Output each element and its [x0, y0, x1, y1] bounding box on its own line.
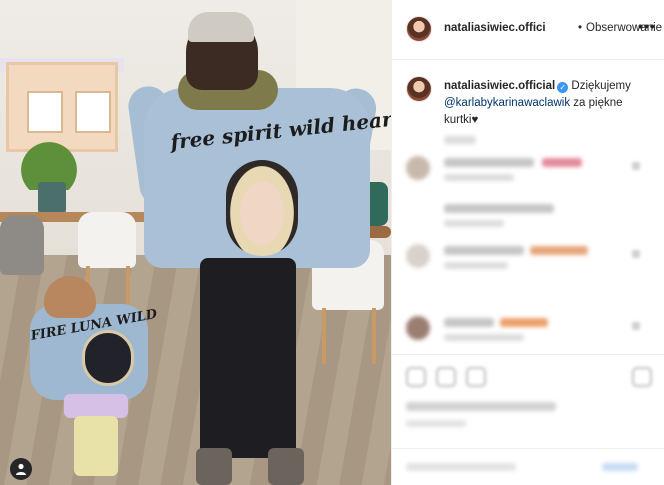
- comment-icon[interactable]: [436, 367, 456, 387]
- comment-emoji-blurred: [542, 158, 582, 167]
- comment-username-blurred: [444, 318, 494, 327]
- comment-meta-blurred: [444, 174, 514, 181]
- like-icon[interactable]: [406, 367, 426, 387]
- woman-boot: [196, 448, 232, 485]
- woman-boot: [268, 448, 304, 485]
- save-icon[interactable]: [632, 367, 652, 387]
- more-options-icon[interactable]: •••: [638, 18, 656, 34]
- header-separator: •: [578, 22, 583, 34]
- post-comment-button[interactable]: [602, 463, 638, 471]
- comment-emoji-blurred: [500, 318, 548, 327]
- post-actions: [392, 354, 664, 398]
- jacket-portrait: [226, 160, 298, 256]
- add-comment-bar: [392, 448, 664, 485]
- comment-item: [392, 238, 664, 278]
- post-caption: nataliasiwiec.official ✓ Dziękujemy @karl…: [392, 60, 664, 140]
- comment-item: [392, 150, 664, 190]
- comment-like-icon[interactable]: [632, 322, 640, 330]
- comment-text-blurred: [444, 204, 554, 213]
- woman-cap: [188, 12, 254, 42]
- woman-legs: [200, 258, 296, 458]
- likes-count-blurred: [406, 402, 556, 411]
- photo-playhouse: [6, 62, 118, 152]
- photo-chair: [78, 212, 136, 268]
- post-photo[interactable]: free spirit wild heart FIRE LUNA WILD: [0, 0, 391, 485]
- caption-body-start: Dziękujemy: [568, 80, 631, 92]
- caption-mention-link[interactable]: @karlabykarinawaclawik: [444, 97, 570, 109]
- caption-username[interactable]: nataliasiwiec.official: [444, 80, 555, 92]
- photo-pot: [38, 182, 66, 214]
- author-username[interactable]: nataliasiwiec.offici: [444, 22, 546, 34]
- comment-avatar: [406, 156, 430, 180]
- post-time-blurred: [406, 420, 466, 427]
- caption-text: nataliasiwiec.official ✓ Dziękujemy @karl…: [444, 78, 654, 129]
- user-tag-icon[interactable]: [10, 458, 32, 480]
- photo-woman: [125, 8, 380, 485]
- post-side-panel: nataliasiwiec.offici • Obserwowanie ••• …: [391, 0, 664, 485]
- comment-item: [392, 196, 664, 236]
- add-comment-input[interactable]: [406, 463, 516, 471]
- child-legs: [74, 416, 118, 476]
- comment-meta-blurred: [444, 262, 508, 269]
- photo-chair-leg: [372, 308, 376, 364]
- comment-like-icon[interactable]: [632, 250, 640, 258]
- photo-child: [30, 276, 160, 485]
- comment-meta-blurred: [444, 220, 504, 227]
- photo-chair: [0, 215, 44, 275]
- comment-avatar: [406, 316, 430, 340]
- author-avatar[interactable]: [406, 16, 432, 42]
- comment-item: [392, 310, 664, 350]
- comment-emoji-blurred: [530, 246, 588, 255]
- post-header: nataliasiwiec.offici • Obserwowanie •••: [392, 0, 664, 60]
- caption-avatar[interactable]: [406, 76, 432, 102]
- comment-avatar: [406, 244, 430, 268]
- child-jacket-badge: [82, 330, 134, 386]
- child-skirt: [64, 394, 128, 418]
- comment-username-blurred: [444, 246, 524, 255]
- comment-like-icon[interactable]: [632, 162, 640, 170]
- comment-meta-blurred: [444, 334, 524, 341]
- child-hair: [44, 276, 96, 318]
- blurred-caption-meta: [444, 136, 476, 144]
- comment-username-blurred: [444, 158, 534, 167]
- share-icon[interactable]: [466, 367, 486, 387]
- verified-badge-icon: ✓: [557, 82, 569, 93]
